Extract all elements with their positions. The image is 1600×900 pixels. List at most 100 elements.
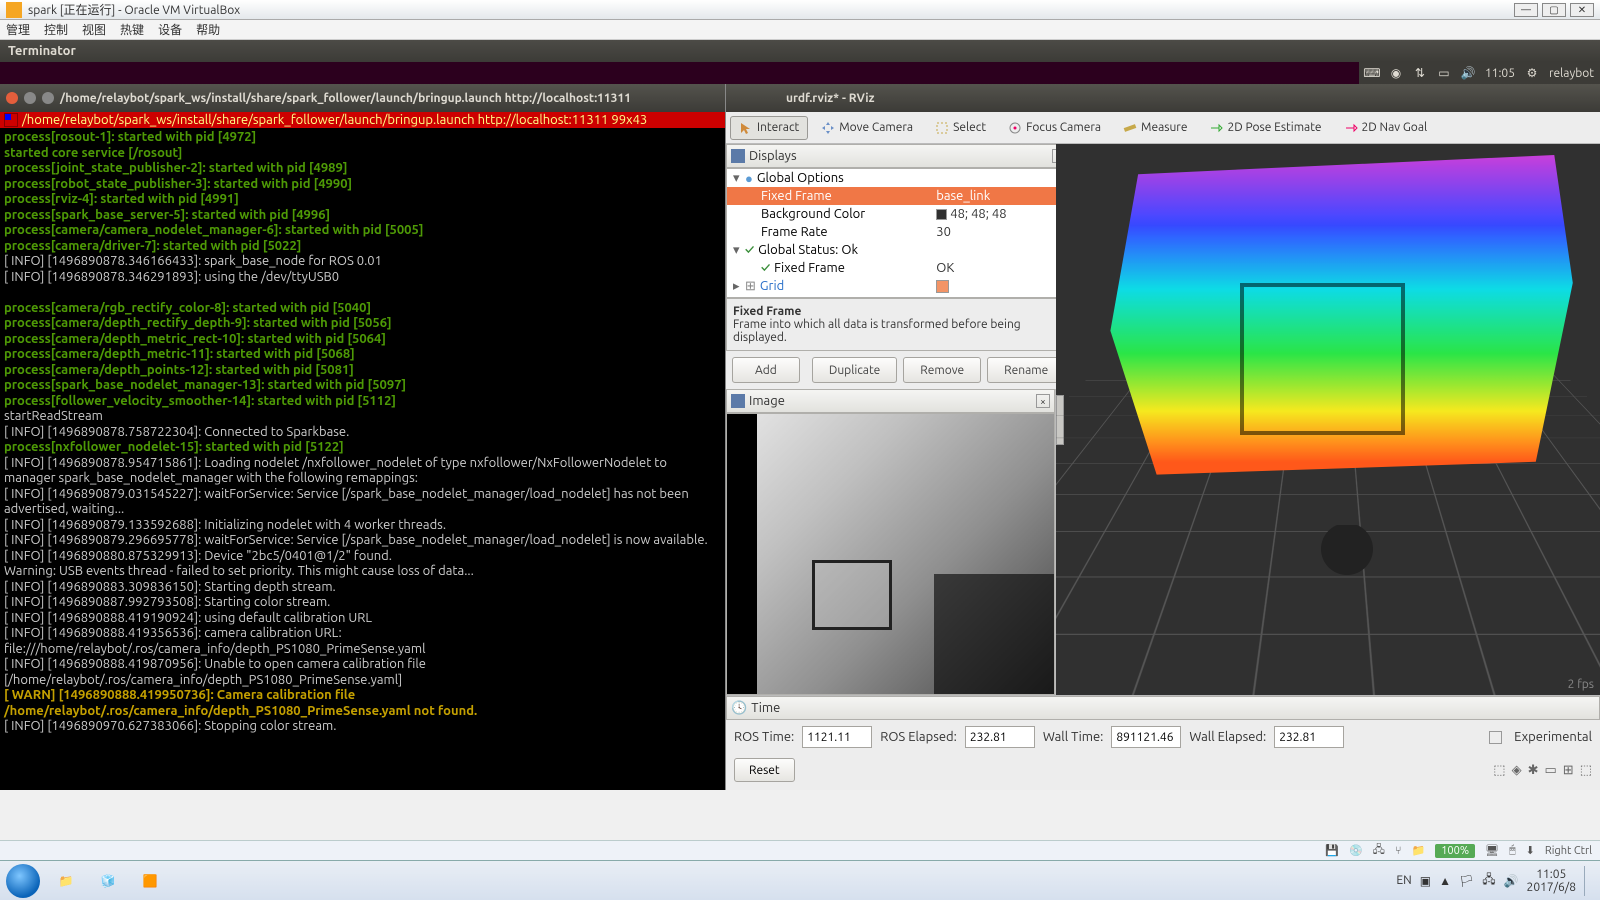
- tree-grid[interactable]: ▸⊞Grid: [727, 277, 1056, 295]
- vbox-menu-devices[interactable]: 设备: [158, 21, 182, 38]
- vbox-menu-control[interactable]: 控制: [44, 21, 68, 38]
- network-icon[interactable]: ⇅: [1413, 66, 1427, 80]
- status-capture-icon[interactable]: ⬇: [1526, 844, 1535, 857]
- tree-frame-rate[interactable]: Frame Rate30: [727, 223, 1056, 241]
- vbox-maximize-button[interactable]: ▢: [1542, 3, 1566, 17]
- tool-2d-pose-estimate[interactable]: 2D Pose Estimate: [1200, 116, 1330, 140]
- taskbar-vbox-icon[interactable]: 🧊: [88, 866, 128, 896]
- rviz-toolbar: InteractMove CameraSelectFocus CameraMea…: [726, 112, 1600, 144]
- gear-icon[interactable]: ⚙: [1525, 66, 1539, 80]
- tool-interact[interactable]: Interact: [730, 116, 808, 140]
- battery-icon[interactable]: ▭: [1437, 66, 1451, 80]
- add-button[interactable]: Add: [732, 357, 800, 383]
- rviz-title: urdf.rviz* - RViz: [786, 92, 874, 105]
- terminal-close-icon[interactable]: [6, 92, 18, 104]
- keyboard-icon[interactable]: ⌨: [1365, 66, 1379, 80]
- ubuntu-logo-icon[interactable]: ◉: [1389, 66, 1403, 80]
- vbox-menu-help[interactable]: 帮助: [196, 21, 220, 38]
- experimental-checkbox[interactable]: [1489, 731, 1502, 744]
- rviz-close-icon[interactable]: [732, 92, 744, 104]
- taskbar-explorer-icon[interactable]: 📁: [46, 866, 86, 896]
- panel-user[interactable]: relaybot: [1549, 67, 1594, 80]
- wall-elapsed-input[interactable]: [1274, 726, 1344, 748]
- terminator-titlebar[interactable]: Terminator: [0, 40, 1600, 62]
- terminal-tab[interactable]: /home/relaybot/spark_ws/install/share/sp…: [0, 112, 725, 128]
- displays-panel-header[interactable]: Displays ×: [726, 144, 1071, 168]
- tray-network-icon[interactable]: 🖧: [1482, 870, 1495, 891]
- terminal-window-titlebar[interactable]: /home/relaybot/spark_ws/install/share/sp…: [0, 84, 725, 112]
- windows-taskbar: 📁 🧊 🟧 EN ▣ ▲ 🏳 🖧 🔊 11:05 2017/6/8: [0, 860, 1600, 900]
- duplicate-button[interactable]: Duplicate: [812, 357, 897, 383]
- vbox-menu-hotkeys[interactable]: 热键: [120, 21, 144, 38]
- panel-time[interactable]: 11:05: [1485, 67, 1515, 80]
- grid-checkbox[interactable]: [936, 280, 949, 293]
- show-desktop-button[interactable]: [1584, 866, 1594, 896]
- tray-lang[interactable]: EN: [1396, 874, 1411, 887]
- status-zoom[interactable]: 100%: [1435, 844, 1475, 858]
- status-icon[interactable]: ▭: [1545, 763, 1557, 778]
- status-icon[interactable]: ⊞: [1563, 763, 1574, 778]
- status-icon[interactable]: ✱: [1528, 763, 1539, 778]
- start-button[interactable]: [6, 864, 40, 898]
- volume-icon[interactable]: 🔊: [1461, 66, 1475, 80]
- desc-body: Frame into which all data is transformed…: [733, 318, 1064, 344]
- terminator-title: Terminator: [8, 44, 76, 58]
- image-panel-close-icon[interactable]: ×: [1036, 394, 1050, 408]
- status-cd-icon[interactable]: 💿: [1349, 844, 1363, 857]
- tray-volume-icon[interactable]: 🔊: [1504, 874, 1519, 888]
- terminal-minimize-icon[interactable]: [24, 92, 36, 104]
- tool-measure[interactable]: Measure: [1114, 116, 1196, 140]
- status-icon[interactable]: ⬚: [1580, 763, 1592, 778]
- ros-time-label: ROS Time:: [734, 730, 794, 744]
- terminal-maximize-icon[interactable]: [42, 92, 54, 104]
- tool-focus-camera[interactable]: Focus Camera: [999, 116, 1110, 140]
- tree-global-options[interactable]: ▾●Global Options: [727, 169, 1056, 187]
- focus-icon: [1008, 121, 1022, 135]
- vbox-close-button[interactable]: ✕: [1570, 3, 1594, 17]
- rviz-minimize-icon[interactable]: [750, 92, 762, 104]
- rviz-titlebar[interactable]: urdf.rviz* - RViz: [726, 84, 1600, 112]
- rviz-maximize-icon[interactable]: [768, 92, 780, 104]
- vbox-menu-view[interactable]: 视图: [82, 21, 106, 38]
- depth-image-view[interactable]: [726, 413, 1055, 695]
- status-net-icon[interactable]: 🖧: [1373, 841, 1385, 860]
- pose-icon: [1209, 121, 1223, 135]
- status-display-icon[interactable]: 🖥: [1485, 844, 1499, 857]
- tray-chevron-icon[interactable]: ▲: [1439, 874, 1451, 888]
- fps-indicator: 2 fps: [1568, 678, 1594, 691]
- tray-flag-icon[interactable]: ▣: [1420, 874, 1431, 888]
- reset-button[interactable]: Reset: [734, 758, 795, 782]
- remove-button[interactable]: Remove: [903, 357, 981, 383]
- tool-select[interactable]: Select: [926, 116, 995, 140]
- status-shared-icon[interactable]: 📁: [1412, 844, 1426, 857]
- ros-elapsed-input[interactable]: [965, 726, 1035, 748]
- tree-fixed-frame-status[interactable]: ✓Fixed FrameOK: [727, 259, 1056, 277]
- status-mouse-icon[interactable]: 🖱: [1509, 844, 1516, 857]
- status-icon[interactable]: ◈: [1512, 763, 1522, 778]
- terminal-output[interactable]: process[rosout-1]: started with pid [497…: [0, 128, 725, 790]
- image-panel-header[interactable]: Image ×: [726, 389, 1055, 413]
- rename-button[interactable]: Rename: [987, 357, 1065, 383]
- tray-action-icon[interactable]: 🏳: [1459, 874, 1474, 888]
- terminal-title: /home/relaybot/spark_ws/install/share/sp…: [60, 92, 631, 105]
- status-usb-icon[interactable]: ⑂: [1395, 845, 1402, 857]
- tool-2d-nav-goal[interactable]: 2D Nav Goal: [1335, 116, 1437, 140]
- vbox-title-text: spark [正在运行] - Oracle VM VirtualBox: [28, 1, 240, 18]
- time-panel-header[interactable]: 🕓 Time: [726, 696, 1600, 720]
- tree-background-color[interactable]: Background Color48; 48; 48: [727, 205, 1056, 223]
- tray-clock[interactable]: 11:05 2017/6/8: [1527, 868, 1576, 894]
- tree-global-status[interactable]: ▾✓Global Status: Ok: [727, 241, 1056, 259]
- status-disk-icon[interactable]: 💾: [1325, 844, 1339, 857]
- wall-time-input[interactable]: [1111, 726, 1181, 748]
- tool-move-camera[interactable]: Move Camera: [812, 116, 922, 140]
- vbox-minimize-button[interactable]: —: [1514, 3, 1538, 17]
- ubuntu-top-panel: ⌨ ◉ ⇅ ▭ 🔊 11:05 ⚙ relaybot: [1359, 62, 1600, 84]
- property-description: Fixed Frame Frame into which all data is…: [726, 298, 1071, 351]
- tree-fixed-frame[interactable]: Fixed Framebase_link: [727, 187, 1056, 205]
- status-icon[interactable]: ⬚: [1493, 763, 1505, 778]
- vbox-statusbar: 💾 💿 🖧 ⑂ 📁 100% 🖥 🖱 ⬇ Right Ctrl: [0, 840, 1600, 860]
- taskbar-app-icon[interactable]: 🟧: [130, 866, 170, 896]
- rviz-3d-view[interactable]: 2 fps: [1056, 144, 1600, 695]
- vbox-menu-manage[interactable]: 管理: [6, 21, 30, 38]
- ros-time-input[interactable]: [802, 726, 872, 748]
